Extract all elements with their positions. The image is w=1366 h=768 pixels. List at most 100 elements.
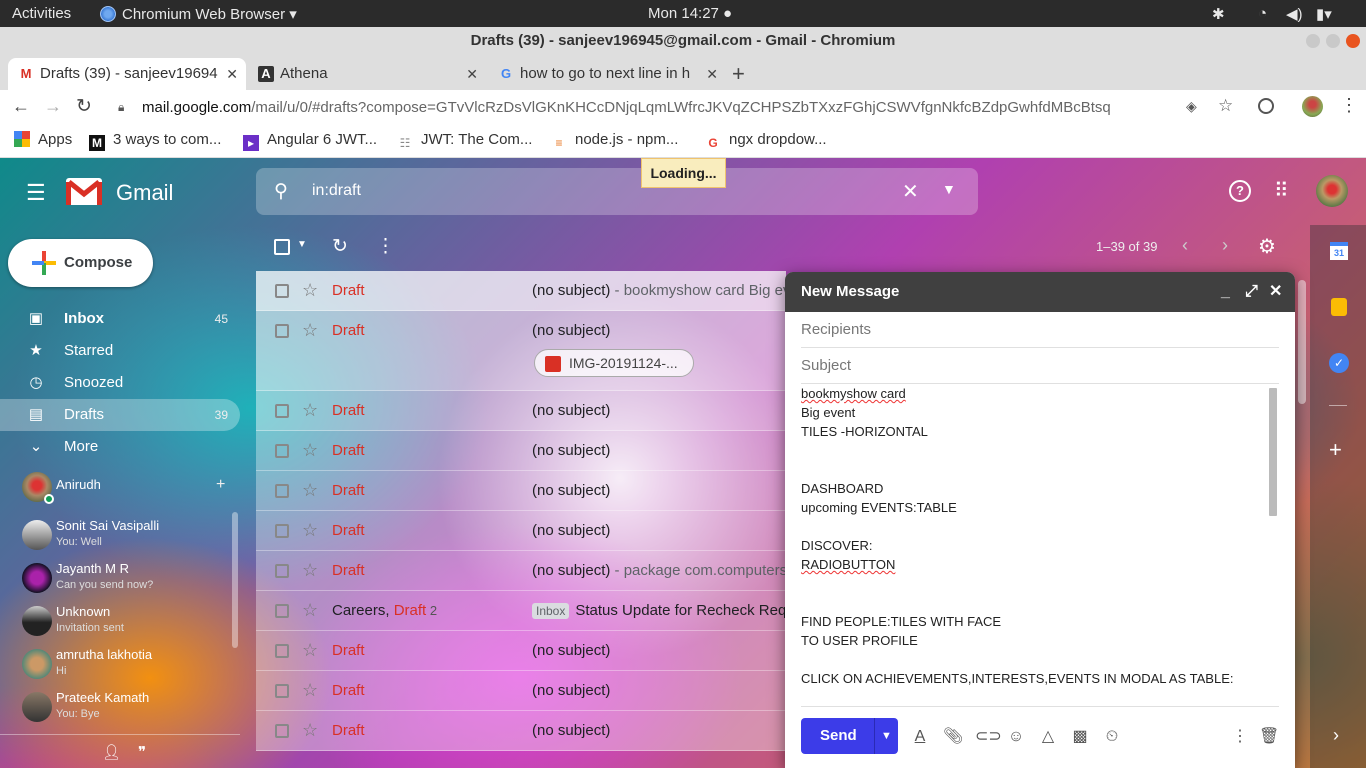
row-checkbox[interactable] bbox=[275, 404, 289, 418]
hangouts-icon[interactable]: ❞ bbox=[138, 743, 146, 761]
hangouts-user[interactable]: Anirudh + bbox=[22, 468, 232, 511]
person-icon[interactable]: 👤︎ bbox=[102, 743, 121, 761]
row-checkbox[interactable] bbox=[275, 484, 289, 498]
profile-avatar[interactable] bbox=[1302, 96, 1323, 117]
attachment-chip[interactable]: IMG-20191124-... bbox=[534, 349, 694, 377]
contact-item[interactable]: amrutha lakhotia Hi bbox=[22, 645, 232, 688]
sidebar-item-starred[interactable]: ★ Starred bbox=[0, 335, 240, 367]
contact-item[interactable]: Unknown Invitation sent bbox=[22, 602, 232, 645]
main-menu-icon[interactable]: ☰ bbox=[26, 180, 46, 206]
compose-header[interactable]: New Message _ ⤢ ✕ bbox=[785, 272, 1295, 312]
compose-button[interactable]: Compose bbox=[8, 239, 153, 287]
star-icon[interactable]: ☆ bbox=[302, 440, 318, 461]
row-checkbox[interactable] bbox=[275, 724, 289, 738]
star-icon[interactable]: ☆ bbox=[302, 400, 318, 421]
forward-icon[interactable]: → bbox=[44, 96, 62, 117]
bookmark-apps[interactable]: Apps bbox=[14, 131, 72, 148]
sidebar-item-drafts[interactable]: ▤ Drafts 39 bbox=[0, 399, 240, 431]
minimize-button[interactable] bbox=[1306, 34, 1320, 48]
clock[interactable]: Mon 14:27 ● bbox=[648, 5, 732, 22]
sidebar-item-snoozed[interactable]: ◷ Snoozed bbox=[0, 367, 240, 399]
keep-icon[interactable] bbox=[1331, 298, 1347, 316]
refresh-icon[interactable]: ↻ bbox=[332, 235, 348, 258]
settings-gear-icon[interactable]: ⚙ bbox=[1258, 234, 1276, 259]
star-icon[interactable]: ☆ bbox=[302, 280, 318, 301]
battery-icon[interactable]: ▮▾ bbox=[1316, 5, 1332, 23]
send-button[interactable]: Send ▼ bbox=[801, 718, 898, 754]
sidebar-item-inbox[interactable]: ▣ Inbox 45 bbox=[0, 303, 240, 335]
sidebar-item-more[interactable]: ⌄ More bbox=[0, 431, 240, 463]
row-checkbox[interactable] bbox=[275, 644, 289, 658]
sidebar-scrollbar[interactable] bbox=[232, 512, 238, 648]
email-row[interactable]: ☆ Draft (no subject) bbox=[256, 391, 786, 431]
inbox-label-chip[interactable]: Inbox bbox=[532, 603, 570, 619]
calendar-icon[interactable]: 31 bbox=[1330, 242, 1348, 260]
star-icon[interactable]: ☆ bbox=[302, 520, 318, 541]
contact-item[interactable]: Prateek Kamath You: Bye bbox=[22, 688, 232, 731]
maximize-button[interactable] bbox=[1326, 34, 1340, 48]
attach-file-icon[interactable]: 📎︎ bbox=[943, 728, 963, 746]
close-tab-icon[interactable]: ✕ bbox=[706, 58, 718, 90]
list-scrollbar[interactable] bbox=[1298, 280, 1306, 404]
confidential-mode-icon[interactable]: ⏲ bbox=[1103, 728, 1121, 746]
bookmark-item[interactable]: ☷ JWT: The Com... bbox=[397, 131, 533, 151]
tasks-icon[interactable]: ✓ bbox=[1329, 353, 1349, 373]
tracking-icon[interactable]: ◈ bbox=[1186, 98, 1197, 115]
email-row[interactable]: ☆ Draft (no subject) - bookmyshow card B… bbox=[256, 271, 799, 311]
discard-draft-icon[interactable]: 🗑︎ bbox=[1259, 728, 1279, 746]
bookmark-item[interactable]: ≡ node.js - npm... bbox=[551, 131, 678, 151]
bookmark-item[interactable]: ▸ Angular 6 JWT... bbox=[243, 131, 377, 151]
select-all-checkbox[interactable] bbox=[274, 239, 290, 255]
add-addon-icon[interactable]: + bbox=[1329, 437, 1342, 463]
account-avatar[interactable] bbox=[1316, 175, 1348, 207]
search-input[interactable]: in:draft bbox=[312, 182, 361, 200]
email-row[interactable]: ☆ Draft (no subject) bbox=[256, 511, 786, 551]
search-icon[interactable]: ⚲ bbox=[274, 180, 288, 203]
contact-item[interactable]: Jayanth M R Can you send now? bbox=[22, 559, 232, 602]
row-checkbox[interactable] bbox=[275, 524, 289, 538]
bookmark-star-icon[interactable]: ☆ bbox=[1218, 96, 1233, 116]
bookmark-item[interactable]: M 3 ways to com... bbox=[89, 131, 221, 151]
row-checkbox[interactable] bbox=[275, 444, 289, 458]
close-tab-icon[interactable]: ✕ bbox=[226, 58, 238, 90]
send-options-icon[interactable]: ▼ bbox=[874, 718, 898, 754]
gmail-logo-icon[interactable] bbox=[66, 178, 102, 205]
apps-grid-icon[interactable]: ⠿ bbox=[1274, 178, 1289, 203]
bluetooth-icon[interactable]: ✱ bbox=[1212, 5, 1225, 23]
row-checkbox[interactable] bbox=[275, 284, 289, 298]
email-row[interactable]: ☆ Draft (no subject) IMG-20191124-... bbox=[256, 311, 786, 391]
expand-panel-icon[interactable]: › bbox=[1333, 725, 1339, 746]
dark-mode-extension-icon[interactable] bbox=[1258, 98, 1274, 114]
newer-page-icon[interactable]: ‹ bbox=[1182, 235, 1188, 256]
new-tab-button[interactable]: + bbox=[732, 58, 745, 90]
fullscreen-compose-icon[interactable]: ⤢ bbox=[1245, 272, 1258, 312]
add-contact-icon[interactable]: + bbox=[216, 476, 225, 494]
clear-search-icon[interactable]: ✕ bbox=[902, 179, 919, 204]
subject-field[interactable]: Subject bbox=[801, 348, 1279, 384]
email-row[interactable]: ☆ Careers, Draft 2 Inbox Status Update for … bbox=[256, 591, 803, 631]
tab-athena[interactable]: A Athena ✕ bbox=[248, 58, 486, 90]
email-row[interactable]: ☆ Draft (no subject) - package com.compute… bbox=[256, 551, 795, 591]
row-checkbox[interactable] bbox=[275, 324, 289, 338]
app-menu[interactable]: Chromium Web Browser ▾ bbox=[122, 5, 297, 23]
more-actions-icon[interactable]: ⋮ bbox=[376, 235, 395, 258]
close-compose-icon[interactable]: ✕ bbox=[1269, 272, 1282, 312]
tab-drafts[interactable]: M Drafts (39) - sanjeev19694 ✕ bbox=[8, 58, 246, 90]
more-options-icon[interactable]: ⋮ bbox=[1231, 728, 1249, 746]
bookmark-item[interactable]: Gngx dropdow... bbox=[705, 131, 826, 151]
star-icon[interactable]: ☆ bbox=[302, 560, 318, 581]
email-row[interactable]: ☆ Draft (no subject) bbox=[256, 631, 786, 671]
minimize-compose-icon[interactable]: _ bbox=[1221, 272, 1230, 312]
row-checkbox[interactable] bbox=[275, 684, 289, 698]
message-body[interactable]: bookmyshow card Big event TILES -HORIZON… bbox=[801, 384, 1266, 704]
email-row[interactable]: ☆ Draft (no subject) bbox=[256, 431, 786, 471]
reload-icon[interactable]: ↻ bbox=[76, 95, 92, 118]
star-icon[interactable]: ☆ bbox=[302, 600, 318, 621]
email-row[interactable]: ☆ Draft (no subject) bbox=[256, 471, 786, 511]
select-dropdown-icon[interactable]: ▼ bbox=[297, 239, 307, 250]
drive-icon[interactable]: △ bbox=[1039, 728, 1057, 746]
body-scrollbar[interactable] bbox=[1269, 388, 1277, 516]
wifi-icon[interactable]: ◔ bbox=[1258, 5, 1267, 22]
menu-icon[interactable]: ⋮ bbox=[1340, 95, 1358, 116]
contact-item[interactable]: Sonit Sai Vasipalli You: Well bbox=[22, 516, 232, 559]
